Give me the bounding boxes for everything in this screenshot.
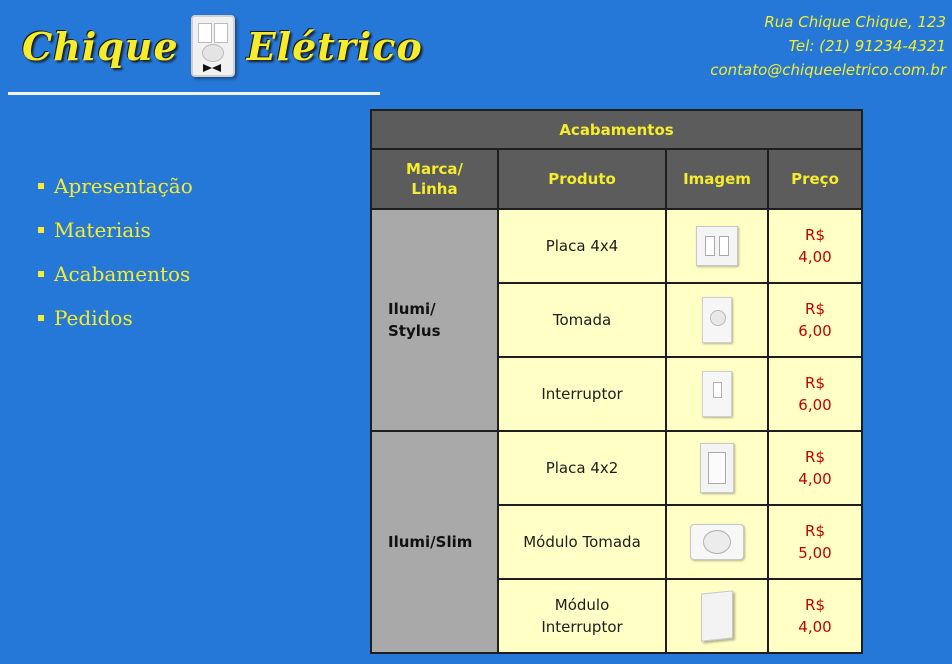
- contact-info: Rua Chique Chique, 123 Tel: (21) 91234-4…: [710, 10, 946, 82]
- nav-item-apresentacao[interactable]: Apresentação: [38, 164, 193, 208]
- light-switch-icon: [190, 15, 235, 77]
- product-cell: Placa 4x2: [497, 430, 667, 506]
- bullet-icon: [38, 315, 44, 321]
- price-cell: R$ 4,00: [767, 208, 863, 284]
- nav-item-materiais[interactable]: Materiais: [38, 208, 193, 252]
- product-cell: Tomada: [497, 282, 667, 358]
- table-row: Ilumi/Stylus Placa 4x4 R$ 4,00: [370, 208, 863, 432]
- bullet-icon: [38, 183, 44, 189]
- tomada-icon: [702, 297, 732, 343]
- table-row: Ilumi/Slim Placa 4x2 R$ 4,00: [370, 430, 863, 654]
- column-header-product: Produto: [497, 148, 667, 210]
- column-header-brand: Marca/Linha: [370, 148, 499, 210]
- contact-email[interactable]: contato@chiqueeletrico.com.br: [710, 58, 946, 82]
- nav-item-label: Apresentação: [54, 174, 193, 198]
- price-cell: R$ 6,00: [767, 282, 863, 358]
- product-cell: Módulo Tomada: [497, 504, 667, 580]
- site-logo[interactable]: Chique Elétrico: [22, 14, 423, 78]
- image-cell: [665, 504, 769, 580]
- main-nav: Apresentação Materiais Acabamentos Pedid…: [38, 164, 193, 340]
- table-caption: Acabamentos: [370, 109, 863, 150]
- logo-text-right: Elétrico: [246, 23, 423, 69]
- nav-item-label: Acabamentos: [54, 262, 191, 286]
- nav-item-acabamentos[interactable]: Acabamentos: [38, 252, 193, 296]
- price-cell: R$ 4,00: [767, 430, 863, 506]
- price-cell: R$ 6,00: [767, 356, 863, 432]
- bullet-icon: [38, 271, 44, 277]
- image-cell: [665, 282, 769, 358]
- nav-item-label: Pedidos: [54, 306, 133, 330]
- product-cell: Módulo Interruptor: [497, 578, 667, 654]
- image-cell: [665, 578, 769, 654]
- logo-text-left: Chique: [22, 23, 179, 69]
- price-cell: R$ 5,00: [767, 504, 863, 580]
- contact-address: Rua Chique Chique, 123: [764, 13, 946, 31]
- column-header-image: Imagem: [665, 148, 769, 210]
- nav-item-label: Materiais: [54, 218, 151, 242]
- product-cell: Placa 4x4: [497, 208, 667, 284]
- brand-cell: Ilumi/Stylus: [370, 208, 499, 432]
- image-cell: [665, 430, 769, 506]
- image-cell: [665, 208, 769, 284]
- product-cell: Interruptor: [497, 356, 667, 432]
- nav-item-pedidos[interactable]: Pedidos: [38, 296, 193, 340]
- brand-cell: Ilumi/Slim: [370, 430, 499, 654]
- price-cell: R$ 4,00: [767, 578, 863, 654]
- column-header-price: Preço: [767, 148, 863, 210]
- price-table: Acabamentos Marca/Linha Produto Imagem P…: [370, 109, 863, 654]
- contact-phone: Tel: (21) 91234-4321: [788, 37, 946, 55]
- bullet-icon: [38, 227, 44, 233]
- placa-4x4-icon: [696, 226, 738, 266]
- modulo-interruptor-icon: [701, 590, 733, 642]
- header-divider: [8, 92, 380, 95]
- modulo-tomada-icon: [690, 524, 744, 560]
- interruptor-icon: [702, 371, 732, 417]
- placa-4x2-icon: [700, 443, 734, 493]
- image-cell: [665, 356, 769, 432]
